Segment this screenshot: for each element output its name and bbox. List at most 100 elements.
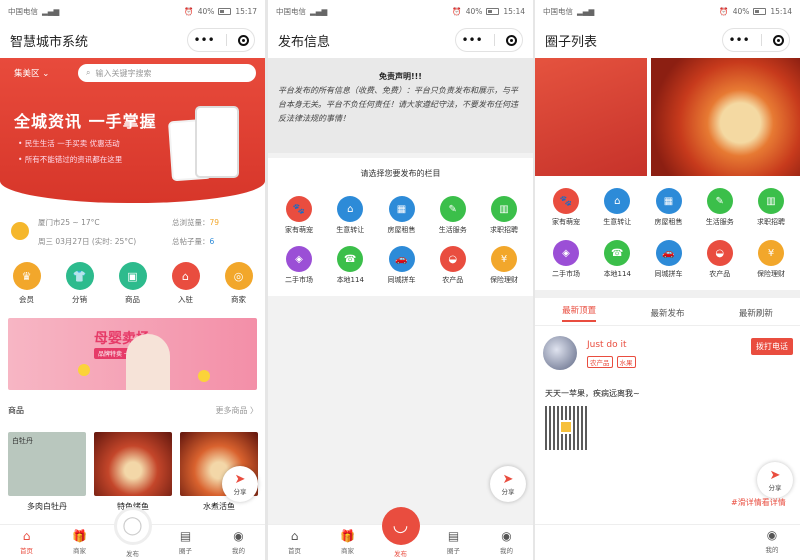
category-crown[interactable]: ♛ 会员 xyxy=(3,262,51,305)
tab-home[interactable]: ⌂ 首页 xyxy=(271,530,319,556)
share-button[interactable]: ➤ 分享 xyxy=(490,466,526,502)
tab-latest-pinned[interactable]: 最新顶置 xyxy=(562,304,597,322)
column-brush[interactable]: ✎ 生活服务 xyxy=(695,188,745,227)
gift-icon: 🎁 xyxy=(72,529,87,543)
tab-label: 我的 xyxy=(500,547,513,555)
more-goods-link[interactable]: 更多商品 〉 xyxy=(215,405,258,416)
column-bag[interactable]: ◈ 二手市场 xyxy=(541,240,591,279)
clock: 15:14 xyxy=(770,6,792,16)
column-book[interactable]: ▥ 求职招聘 xyxy=(746,188,796,227)
product-card[interactable]: 白牡丹 多肉白牡丹 xyxy=(8,432,86,512)
duck-toy-image xyxy=(198,370,210,382)
miniapp-capsule: ••• xyxy=(722,28,790,52)
money-icon: ¥ xyxy=(758,240,784,266)
signal-icon: ▂▄▆ xyxy=(577,6,595,16)
category-store[interactable]: ⌂ 入驻 xyxy=(162,262,210,305)
car-icon: 🚗 xyxy=(388,246,415,272)
mother-baby-banner[interactable]: 母婴卖场 品牌特卖 一站购齐 xyxy=(8,318,257,390)
screenshot-collage: 中国电信 ▂▄▆ ⏰ 40% 15:17 智慧城市系统 ••• 集美区 ⌄ ⌕ 输入关键… xyxy=(0,0,800,560)
home-icon: ⌂ xyxy=(22,529,31,543)
column-farm[interactable]: ◒ 农产品 xyxy=(428,246,478,285)
paper-plane-icon: ➤ xyxy=(234,471,246,487)
category-shirt[interactable]: 👕 分销 xyxy=(56,262,104,305)
carrier: 中国电信 xyxy=(543,6,573,16)
close-miniapp-button[interactable] xyxy=(772,34,784,46)
product-name: 水煮活鱼 xyxy=(203,502,235,511)
category-goods[interactable]: ▣ 商品 xyxy=(109,262,157,305)
tab-gift[interactable]: 🎁 商家 xyxy=(56,529,104,556)
search-placeholder: 输入关键字搜索 xyxy=(95,68,152,78)
column-car[interactable]: 🚗 同城拼车 xyxy=(377,246,427,285)
more-button[interactable]: ••• xyxy=(728,33,749,47)
post-username[interactable]: Just do it xyxy=(587,340,627,350)
tab-latest-refreshed[interactable]: 最新刷新 xyxy=(739,307,773,319)
tab-latest-published[interactable]: 最新发布 xyxy=(650,307,684,319)
brush-icon: ✎ xyxy=(439,196,466,222)
column-grid-row: 🐾 家有萌宠 ⌂ 生意转让 ▦ 房屋租售 ✎ 生活服务 ▥ 求职招聘 xyxy=(274,196,529,235)
product-card[interactable]: 特色烤鱼 xyxy=(94,432,172,512)
search-input[interactable]: ⌕ 输入关键字搜索 xyxy=(78,64,256,82)
tab-label: 圈子 xyxy=(447,547,460,555)
post-tag: 农产品 xyxy=(587,356,613,368)
tab-mine[interactable]: ◉ 我的 xyxy=(748,529,796,555)
share-label: 分享 xyxy=(768,483,782,492)
column-money[interactable]: ¥ 保险理财 xyxy=(746,240,796,279)
column-phone[interactable]: ☎ 本地114 xyxy=(592,240,642,279)
category-label: 商家 xyxy=(231,295,246,304)
alarm-icon: ⏰ xyxy=(719,6,729,16)
column-brush[interactable]: ✎ 生活服务 xyxy=(428,196,478,235)
publish-icon: ◯ xyxy=(113,506,152,545)
column-pet[interactable]: 🐾 家有萌宠 xyxy=(541,188,591,227)
more-button[interactable]: ••• xyxy=(461,33,482,47)
alarm-icon: ⏰ xyxy=(184,6,194,16)
book-icon: ▥ xyxy=(758,188,784,214)
status-bar: 中国电信 ▂▄▆ ⏰ 40% 15:14 xyxy=(268,0,533,22)
column-label: 家有萌宠 xyxy=(285,226,313,234)
tab-home[interactable]: ⌂ 首页 xyxy=(3,529,51,556)
column-car[interactable]: 🚗 同城拼车 xyxy=(644,240,694,279)
category-merchant[interactable]: ◎ 商家 xyxy=(215,262,263,305)
tab-gift[interactable]: 🎁 商家 xyxy=(324,530,372,556)
carrier: 中国电信 xyxy=(276,6,306,16)
share-button[interactable]: ➤ 分享 xyxy=(757,462,793,498)
tab-user[interactable]: ◉ 我的 xyxy=(215,530,263,556)
share-label: 分享 xyxy=(501,487,515,496)
tab-circle[interactable]: ▤ 圈子 xyxy=(162,530,210,556)
call-button[interactable]: 拨打电话 xyxy=(751,338,793,355)
more-button[interactable]: ••• xyxy=(193,33,214,47)
column-bag[interactable]: ◈ 二手市场 xyxy=(274,246,324,285)
district-selector[interactable]: 集美区 ⌄ xyxy=(14,67,49,79)
column-phone[interactable]: ☎ 本地114 xyxy=(325,246,375,285)
product-name: 多肉白牡丹 xyxy=(27,502,67,511)
hero-bullet: • 民生生活 一手买卖 优惠活动 xyxy=(18,139,120,148)
column-book[interactable]: ▥ 求职招聘 xyxy=(479,196,529,235)
tab-label: 商家 xyxy=(341,547,354,555)
tab-circle[interactable]: ▤ 圈子 xyxy=(430,530,478,556)
tab-publish[interactable]: ◯ 发布 xyxy=(109,506,157,560)
tab-user[interactable]: ◉ 我的 xyxy=(483,529,531,556)
close-miniapp-button[interactable] xyxy=(505,34,517,46)
user-icon: ◉ xyxy=(501,529,512,543)
tab-bar: ⌂ 首页 🎁 商家 ◯ 发布 ▤ 圈子 ◉ 我的 xyxy=(0,506,265,560)
column-house[interactable]: ▦ 房屋租售 xyxy=(644,188,694,227)
battery-level: 40% xyxy=(197,6,215,16)
column-grid-row: ◈ 二手市场 ☎ 本地114 🚗 同城拼车 ◒ 农产品 ¥ 保险理财 xyxy=(541,240,796,279)
tab-publish[interactable]: ◡ 发布 xyxy=(377,506,425,560)
circle-banner-carousel[interactable] xyxy=(535,58,800,176)
column-money[interactable]: ¥ 保险理财 xyxy=(479,246,529,285)
column-pet[interactable]: 🐾 家有萌宠 xyxy=(274,196,324,235)
share-button[interactable]: ➤ 分享 xyxy=(222,466,258,502)
column-label: 保险理财 xyxy=(490,276,518,284)
column-house[interactable]: ▦ 房屋租售 xyxy=(377,196,427,235)
qr-logo-icon xyxy=(559,420,573,434)
views-value: 79 xyxy=(209,218,220,227)
close-miniapp-button[interactable] xyxy=(237,34,249,46)
hero-bullet-text: 所有不能错过的资讯都在这里 xyxy=(24,155,123,164)
column-transfer[interactable]: ⌂ 生意转让 xyxy=(325,196,375,235)
column-transfer[interactable]: ⌂ 生意转让 xyxy=(592,188,642,227)
post-tag: 水果 xyxy=(616,356,636,368)
weather-panel: 厦门市25 ~ 17°C 周三 03月27日 (实时: 25°C) 总浏览量：7… xyxy=(8,212,258,252)
avatar[interactable] xyxy=(543,336,577,370)
clock: 15:14 xyxy=(503,6,525,16)
column-farm[interactable]: ◒ 农产品 xyxy=(695,240,745,279)
